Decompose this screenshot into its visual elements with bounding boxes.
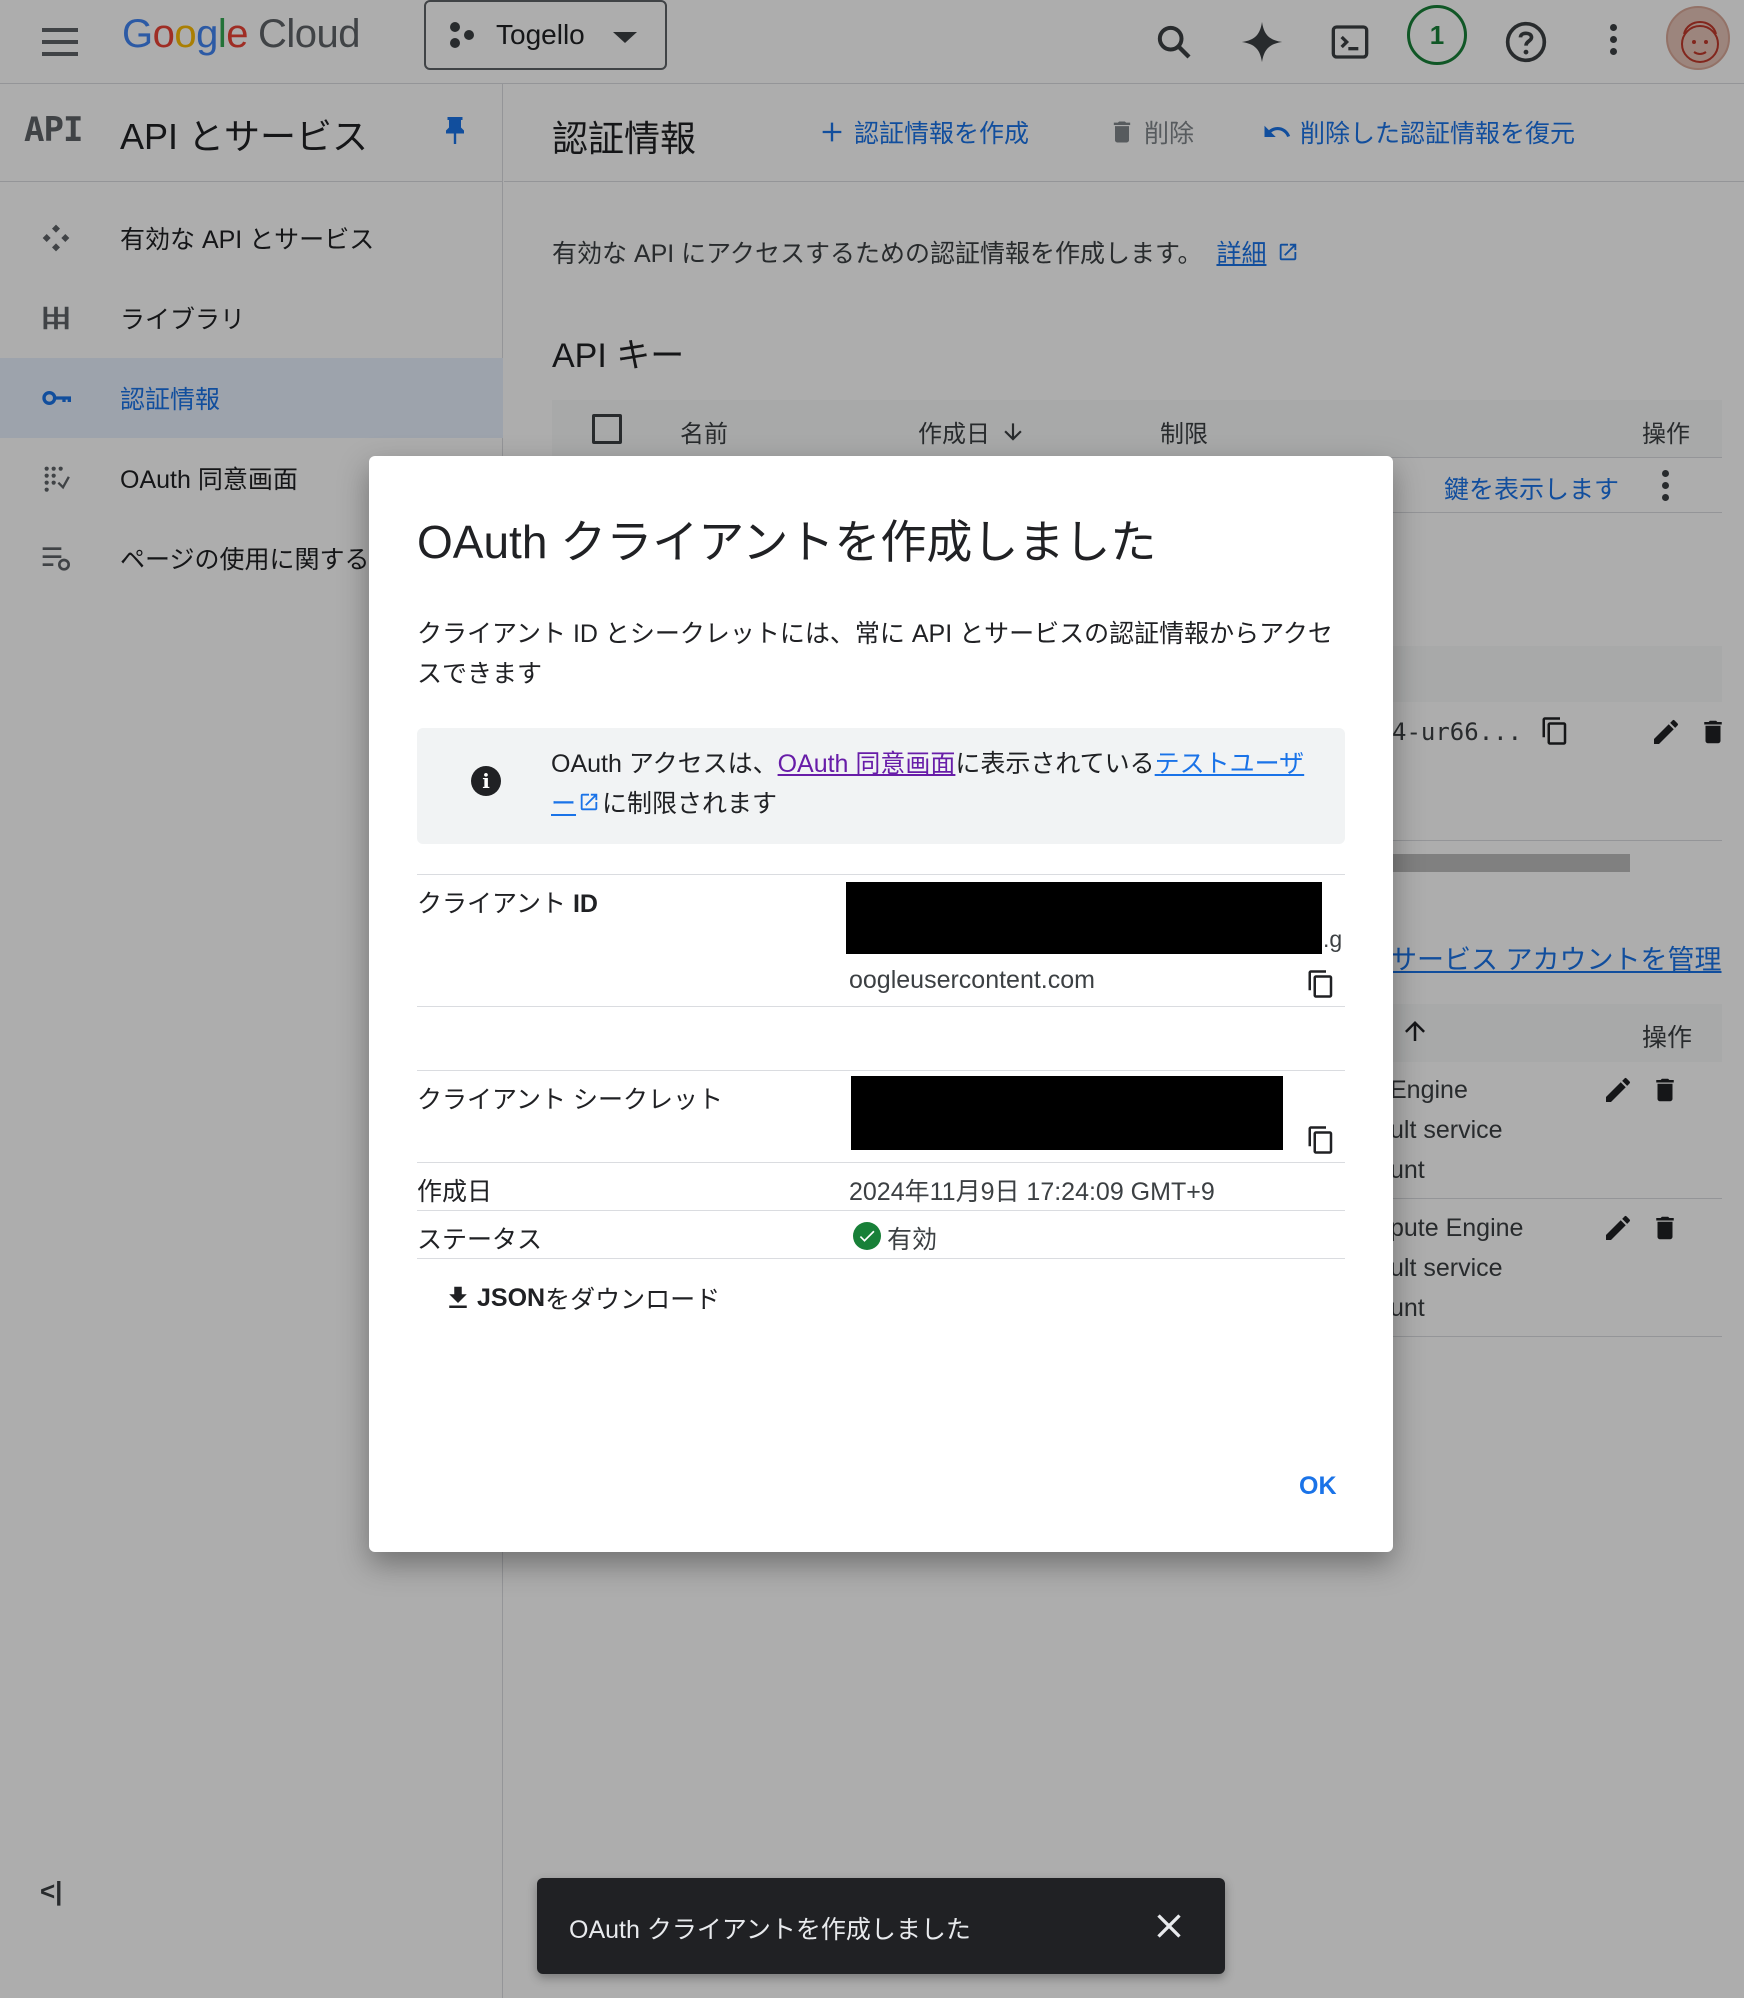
divider [417, 1070, 1345, 1071]
client-secret-label: クライアント シークレット [417, 1086, 723, 1114]
redacted-client-secret [851, 1076, 1283, 1150]
client-id-label: クライアント ID [417, 890, 598, 918]
status-value: 有効 [887, 1226, 938, 1254]
copy-client-secret-icon[interactable] [1306, 1124, 1336, 1156]
redacted-client-id [846, 882, 1322, 954]
divider [417, 1210, 1345, 1211]
snackbar: OAuth クライアントを作成しました [537, 1878, 1225, 1974]
external-link-icon [578, 785, 600, 825]
copy-client-id-icon[interactable] [1306, 968, 1336, 1000]
check-circle-icon [853, 1222, 881, 1250]
created-value: 2024年11月9日 17:24:09 GMT+9 [849, 1178, 1215, 1206]
created-label: 作成日 [417, 1178, 493, 1206]
oauth-client-created-dialog: OAuth クライアントを作成しました クライアント ID とシークレットには、… [369, 456, 1393, 1552]
divider [417, 874, 1345, 875]
client-id-tail: .g [1323, 926, 1343, 952]
oauth-consent-link[interactable]: OAuth 同意画面 [778, 750, 956, 778]
divider [417, 1006, 1345, 1007]
divider [417, 1162, 1345, 1163]
status-label: ステータス [417, 1226, 543, 1254]
snackbar-message: OAuth クライアントを作成しました [569, 1916, 971, 1944]
divider [417, 1258, 1345, 1259]
info-icon: i [471, 766, 501, 796]
ok-button[interactable]: OK [1289, 1466, 1347, 1507]
dialog-description: クライアント ID とシークレットには、常に API とサービスの認証情報からア… [417, 620, 1333, 688]
download-icon [443, 1282, 473, 1314]
info-text: OAuth アクセスは、OAuth 同意画面に表示されているテストユーザー に制限… [551, 744, 1311, 825]
info-callout: i OAuth アクセスは、OAuth 同意画面に表示されているテストユーザーに… [417, 728, 1345, 844]
close-icon[interactable] [1149, 1906, 1189, 1946]
client-id-domain: oogleusercontent.com [849, 966, 1095, 994]
dialog-title: OAuth クライアントを作成しました [417, 516, 1157, 568]
download-json-button[interactable]: JSON をダウンロード [443, 1278, 720, 1318]
